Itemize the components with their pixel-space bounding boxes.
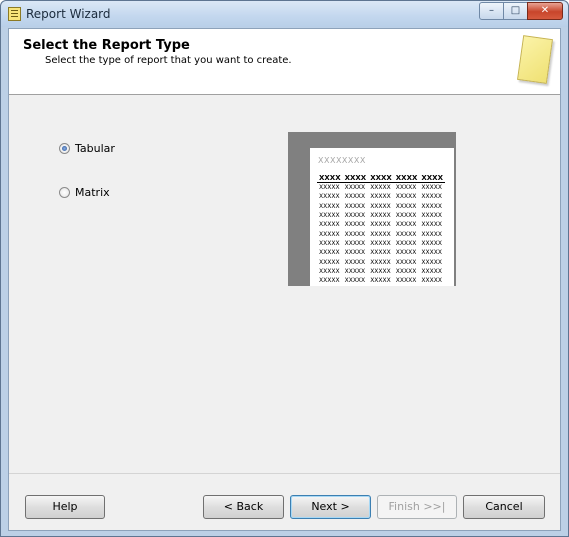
preview-cell: XXXXX <box>344 184 366 192</box>
preview-cell: XXXXX <box>421 230 442 238</box>
preview-row: XXXXX XXXXX XXXXX XXXXX XXXXX <box>317 257 445 266</box>
page-title: Select the Report Type <box>23 38 190 53</box>
preview-cell: XXXXX <box>395 258 417 266</box>
preview-cell: XXXXX <box>344 212 366 220</box>
preview-row: XXXXX XXXXX XXXXX XXXXX XXXXX <box>317 239 445 248</box>
preview-cell: XXXXX <box>370 184 391 192</box>
preview-row: XXXXX XXXXX XXXXX XXXXX XXXXX <box>317 192 445 201</box>
note-icon <box>517 35 553 84</box>
preview-cell: XXXXX <box>344 202 366 210</box>
preview-cell: XXXXX <box>370 277 391 285</box>
preview-cell: XXXXX <box>344 277 366 285</box>
cancel-button[interactable]: Cancel <box>463 495 545 519</box>
preview-header-cell: XXXX <box>368 174 394 183</box>
preview-header-cell: XXXX <box>419 174 445 183</box>
preview-cell: XXXXX <box>344 258 366 266</box>
preview-cell: XXXXX <box>370 267 391 275</box>
preview-cell: XXXXX <box>395 230 417 238</box>
preview-row: XXXXX XXXXX XXXXX XXXXX XXXXX <box>317 229 445 238</box>
preview-cell: XXXXX <box>344 193 366 201</box>
preview-page: XXXXXXXX XXXX XXXX XXXX XXXX XXXX XXXXX X… <box>310 148 454 286</box>
preview-cell: XXXXX <box>319 184 340 192</box>
preview-header-cell: XXXX <box>393 174 420 183</box>
maximize-button[interactable]: □ <box>503 2 528 20</box>
preview-row: XXXXX XXXXX XXXXX XXXXX XXXXX <box>317 183 445 193</box>
matrix-label[interactable]: Matrix <box>75 186 110 199</box>
preview-cell: XXXXX <box>421 258 442 266</box>
preview-cell: XXXXX <box>370 230 391 238</box>
preview-row: XXXXX XXXXX XXXXX XXXXX XXXXX <box>317 220 445 229</box>
preview-cell: XXXXX <box>395 212 417 220</box>
preview-cell: XXXXX <box>421 184 442 192</box>
preview-cell: XXXXX <box>319 230 340 238</box>
window-title: Report Wizard <box>26 7 111 21</box>
page-subtitle: Select the type of report that you want … <box>45 55 292 66</box>
preview-header-row: XXXX XXXX XXXX XXXX XXXX <box>317 174 445 183</box>
preview-cell: XXXXX <box>344 239 366 247</box>
preview-cell: XXXXX <box>370 212 391 220</box>
preview-cell: XXXXX <box>344 221 366 229</box>
preview-cell: XXXXX <box>344 249 366 257</box>
report-wizard-window: Report Wizard – □ ✕ Select the Report Ty… <box>0 0 569 537</box>
preview-cell: XXXXX <box>421 202 442 210</box>
tabular-radio[interactable] <box>59 143 70 154</box>
preview-cell: XXXXX <box>319 221 340 229</box>
preview-cell: XXXXX <box>421 221 442 229</box>
preview-cell: XXXXX <box>395 267 417 275</box>
report-wizard-icon <box>8 7 21 21</box>
preview-cell: XXXXX <box>344 267 366 275</box>
wizard-client-area: Select the Report Type Select the type o… <box>8 28 561 531</box>
preview-body: XXXXX XXXXX XXXXX XXXXX XXXXX XXXXX XXXXX XXXXX… <box>317 183 445 286</box>
wizard-header: Select the Report Type Select the type o… <box>9 29 560 95</box>
next-button[interactable]: Next > <box>290 495 371 519</box>
preview-cell: XXXXX <box>319 239 340 247</box>
tabular-label[interactable]: Tabular <box>75 142 115 155</box>
preview-cell: XXXXX <box>370 258 391 266</box>
preview-cell: XXXXX <box>319 249 340 257</box>
preview-cell: XXXXX <box>395 221 417 229</box>
preview-cell: XXXXX <box>370 221 391 229</box>
preview-cell: XXXXX <box>319 258 340 266</box>
preview-table: XXXX XXXX XXXX XXXX XXXX XXXXX XXXXX XXXXX… <box>317 174 445 285</box>
preview-row: XXXXX XXXXX XXXXX XXXXX XXXXX <box>317 276 445 285</box>
preview-cell: XXXXX <box>319 267 340 275</box>
matrix-radio[interactable] <box>59 187 70 198</box>
preview-cell: XXXXX <box>395 202 417 210</box>
preview-cell: XXXXX <box>319 193 340 201</box>
preview-cell: XXXXX <box>395 193 417 201</box>
preview-cell: XXXXX <box>319 277 340 285</box>
preview-cell: XXXXX <box>421 239 442 247</box>
preview-cell: XXXXX <box>395 277 417 285</box>
preview-cell: XXXXX <box>319 202 340 210</box>
minimize-button[interactable]: – <box>479 2 504 20</box>
back-button[interactable]: < Back <box>203 495 284 519</box>
preview-cell: XXXXX <box>421 249 442 257</box>
finish-button[interactable]: Finish >>| <box>377 495 457 519</box>
preview-row: XXXXX XXXXX XXXXX XXXXX XXXXX <box>317 211 445 220</box>
preview-cell: XXXXX <box>421 193 442 201</box>
preview-cell: XXXXX <box>370 239 391 247</box>
preview-cell: XXXXX <box>395 184 417 192</box>
report-preview: XXXXXXXX XXXX XXXX XXXX XXXX XXXX XXXXX X… <box>288 132 456 286</box>
preview-row: XXXXX XXXXX XXXXX XXXXX XXXXX <box>317 267 445 276</box>
preview-cell: XXXXX <box>395 249 417 257</box>
preview-cell: XXXXX <box>319 212 340 220</box>
preview-row: XXXXX XXXXX XXXXX XXXXX XXXXX <box>317 248 445 257</box>
preview-header-cell: XXXX <box>317 174 343 183</box>
preview-cell: XXXXX <box>344 230 366 238</box>
title-bar[interactable]: Report Wizard – □ ✕ <box>1 1 568 27</box>
footer-divider <box>9 473 560 474</box>
preview-title: XXXXXXXX <box>318 156 366 165</box>
preview-cell: XXXXX <box>395 239 417 247</box>
preview-cell: XXXXX <box>421 267 442 275</box>
preview-cell: XXXXX <box>421 277 442 285</box>
close-button[interactable]: ✕ <box>527 2 563 20</box>
preview-row: XXXXX XXXXX XXXXX XXXXX XXXXX <box>317 202 445 211</box>
preview-cell: XXXXX <box>370 202 391 210</box>
preview-cell: XXXXX <box>370 249 391 257</box>
preview-header-cell: XXXX <box>342 174 369 183</box>
help-button[interactable]: Help <box>25 495 105 519</box>
preview-cell: XXXXX <box>370 193 391 201</box>
preview-cell: XXXXX <box>421 212 442 220</box>
